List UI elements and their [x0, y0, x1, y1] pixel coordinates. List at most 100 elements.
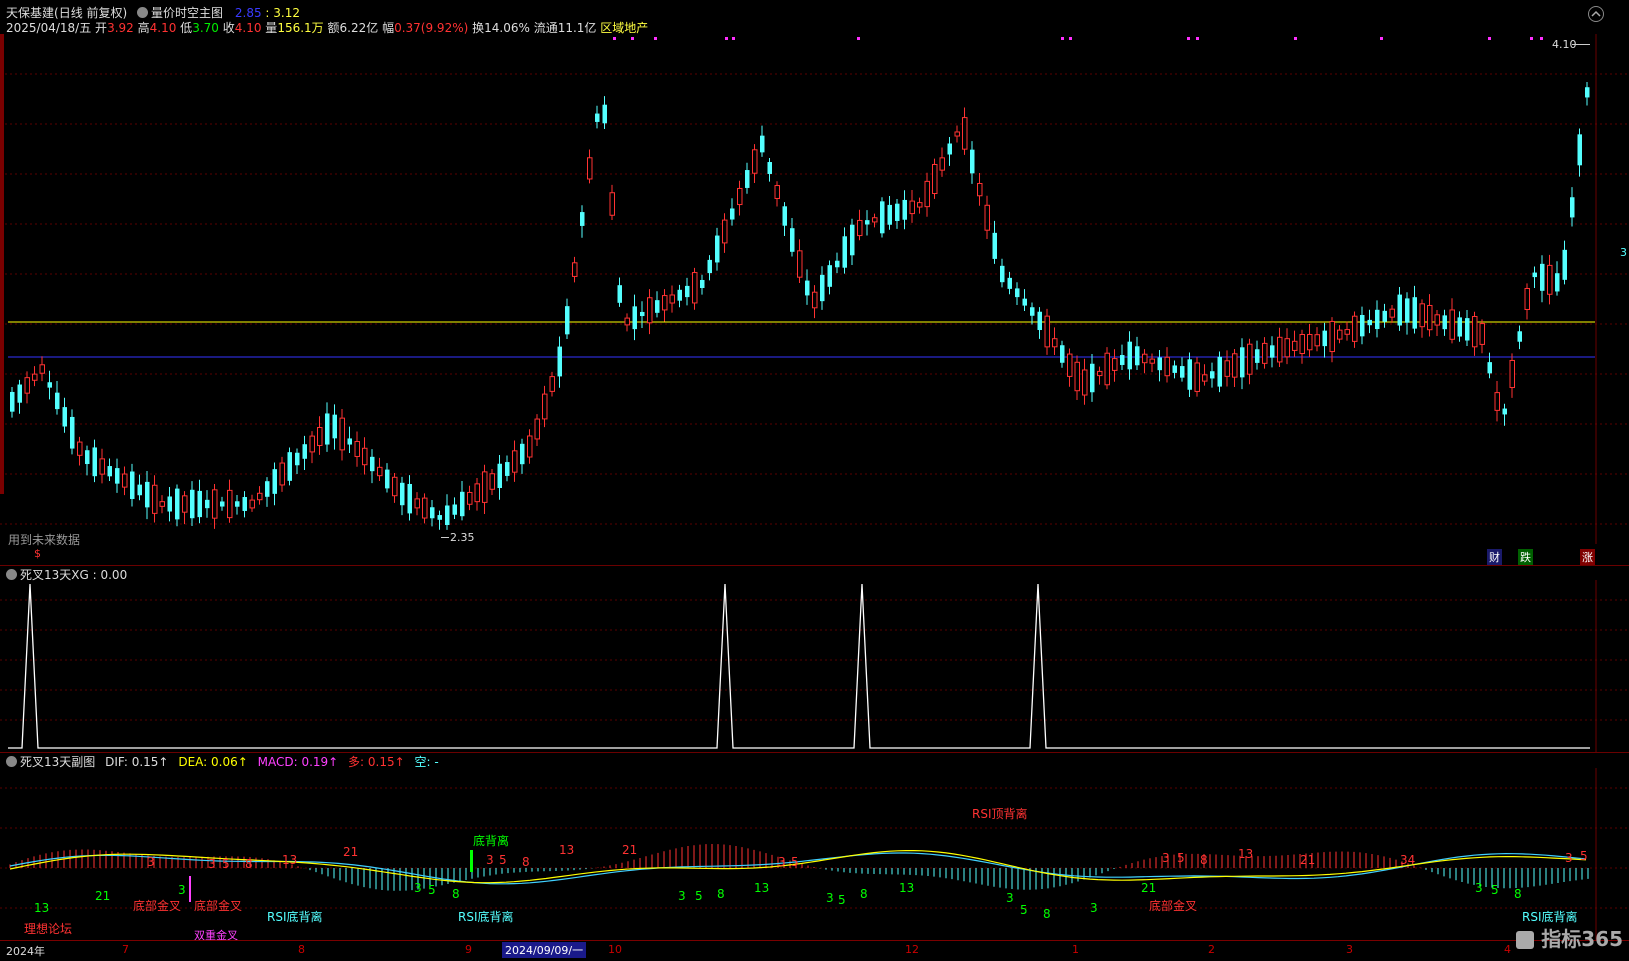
candle-body [1322, 330, 1327, 347]
sequence-number: 21 [1141, 881, 1157, 895]
candle-body [587, 157, 593, 180]
candle-body [1022, 298, 1027, 306]
sequence-number: 3 [1475, 881, 1483, 895]
candle-body [1180, 366, 1185, 378]
x-label-10: 10 [608, 943, 622, 956]
tag-finance[interactable]: 财 [1487, 549, 1502, 565]
candle-body [400, 482, 405, 506]
candle-body [1562, 249, 1567, 280]
candle-body [1337, 329, 1343, 340]
candle-body [767, 162, 772, 174]
low-value: 3.70 [192, 21, 219, 35]
candle-body [647, 297, 653, 324]
candle-body [1015, 288, 1020, 298]
candle-body [1457, 317, 1462, 337]
candle-body [1419, 303, 1425, 328]
x-axis[interactable]: 2024年 7 8 9 2024/09/09/一 10 12 1 2 3 4 指… [0, 927, 1629, 961]
candle-body [1164, 356, 1170, 377]
candle-body [1577, 134, 1582, 166]
candle-body [774, 185, 780, 199]
candle-body [865, 220, 870, 225]
candle-body [790, 228, 795, 252]
sequence-number: 5 [499, 853, 507, 867]
candle-body [167, 496, 172, 512]
tag-down[interactable]: 跌 [1518, 549, 1533, 565]
panel3-title[interactable]: 死叉13天副图 [20, 755, 95, 769]
sequence-number: 5 [1491, 883, 1499, 897]
candle-body [820, 274, 825, 302]
candle-body [1540, 263, 1545, 291]
candle-body [370, 456, 375, 472]
candle-body [549, 376, 555, 392]
stock-name[interactable]: 天保基建 [6, 6, 54, 20]
indicator-name[interactable]: 量价时空主图 [151, 6, 223, 20]
signal-dot [732, 37, 735, 40]
indicator-menu-icon[interactable] [137, 7, 149, 18]
candle-body [715, 235, 720, 263]
candle-body [557, 346, 562, 377]
sequence-number: 8 [452, 887, 460, 901]
sequence-number: 3 [778, 855, 786, 869]
panel3-menu-icon[interactable] [6, 756, 17, 767]
candle-body [1532, 272, 1537, 278]
panel2-menu-icon[interactable] [6, 569, 17, 580]
sequence-number: 5 [1580, 849, 1588, 863]
candle-body [70, 416, 75, 449]
candle-body [662, 295, 668, 311]
candle-body [827, 265, 832, 287]
candle-body [902, 199, 907, 220]
high-label: 高 [137, 21, 150, 35]
candle-body [152, 484, 158, 514]
x-label-3: 3 [1346, 943, 1353, 956]
signal-dot [613, 37, 616, 40]
candle-body [835, 260, 840, 268]
x-label-highlight[interactable]: 2024/09/09/一 [502, 942, 587, 958]
left-ruler [0, 34, 4, 494]
signal-dot [631, 37, 634, 40]
sequence-number: 3 [1006, 891, 1014, 905]
tag-up[interactable]: 涨 [1580, 549, 1595, 565]
x-label-1: 1 [1072, 943, 1079, 956]
candle-body [842, 236, 847, 268]
candle-body [392, 476, 398, 497]
candle-body [295, 452, 300, 466]
sequence-number: 8 [717, 887, 725, 901]
candle-body [1479, 323, 1485, 345]
close-value: 4.10 [234, 21, 262, 35]
candle-body [1389, 308, 1395, 318]
candle-body [1465, 318, 1470, 341]
low-price-mark: 2.35 [450, 531, 475, 544]
candle-body [1074, 361, 1080, 392]
candle-body [655, 300, 660, 313]
sector-link[interactable]: 区域地产 [600, 21, 648, 35]
sequence-number: 8 [1043, 907, 1051, 921]
candle-body [1524, 287, 1530, 311]
x-label-7: 7 [122, 943, 129, 956]
candle-body [1270, 345, 1275, 358]
panel2-chart[interactable] [0, 580, 1629, 752]
bottom-divergence-label: 底背离 [473, 834, 510, 848]
future-data-note: 用到未来数据 [8, 533, 81, 547]
collapse-up-icon[interactable] [1588, 6, 1604, 22]
sequence-number: 8 [522, 855, 530, 869]
panel3-chart[interactable] [0, 768, 1629, 940]
sequence-number: 3 [678, 889, 686, 903]
x-label-8: 8 [298, 943, 305, 956]
panel3-grid [0, 787, 1629, 909]
main-chart[interactable] [0, 34, 1629, 544]
chg-label: 幅 [382, 21, 395, 35]
candle-body [1172, 365, 1177, 373]
candle-body [205, 499, 210, 509]
candle-body [1262, 342, 1268, 364]
candle-body [130, 471, 135, 499]
sequence-number: 8 [245, 857, 253, 871]
candle-body [1284, 338, 1290, 358]
candle-body [797, 250, 803, 278]
candle-body [692, 272, 698, 304]
separator-1 [0, 565, 1629, 566]
rsi-bottom-divergence-1: RSI底背离 [267, 910, 323, 924]
sequence-number: 3 [826, 891, 834, 905]
sequence-number: 8 [860, 887, 868, 901]
candle-body [317, 427, 323, 446]
candle-body [265, 481, 270, 497]
